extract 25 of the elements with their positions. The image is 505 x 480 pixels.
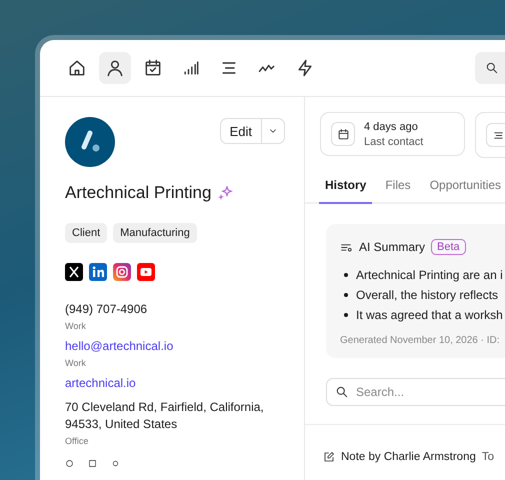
contact-label: Office (65, 436, 90, 446)
tag: Client (65, 223, 108, 243)
summary-bullet: Artechnical Printing are an i (356, 267, 503, 284)
summary-title: AI Summary (359, 240, 426, 254)
summary-bullet: It was agreed that a worksh (356, 307, 503, 324)
contact-link[interactable]: hello@artechnical.io (65, 338, 294, 355)
beta-badge: Beta (431, 239, 466, 255)
contact-value: 70 Cleveland Rd, Fairfield, California, 94533, United States (65, 399, 265, 433)
tab[interactable]: Opportunities (424, 169, 505, 204)
company-name: Artechnical Printing (65, 183, 212, 203)
summary-footer: Generated November 10, 2026 · ID: (340, 335, 505, 346)
contact-value: (949) 707-4906 (65, 301, 148, 318)
contact-label: Work (65, 358, 87, 368)
history-title[interactable]: Note by Charlie Armstrong (341, 451, 476, 463)
stat-value: 4 days ago (364, 120, 419, 132)
contact-link[interactable]: artechnical.io (65, 375, 294, 392)
contact-label: Work (65, 321, 87, 331)
tag: Manufacturing (113, 223, 197, 243)
search-field[interactable]: Search... (326, 378, 505, 406)
stat-label: Last contact (364, 136, 424, 148)
tab[interactable]: History (319, 169, 372, 204)
history-detail: To (482, 451, 494, 463)
tab[interactable]: Files (379, 169, 417, 204)
summary-bullet: Overall, the history reflects (356, 287, 498, 304)
edit-button[interactable]: Edit (220, 118, 285, 144)
